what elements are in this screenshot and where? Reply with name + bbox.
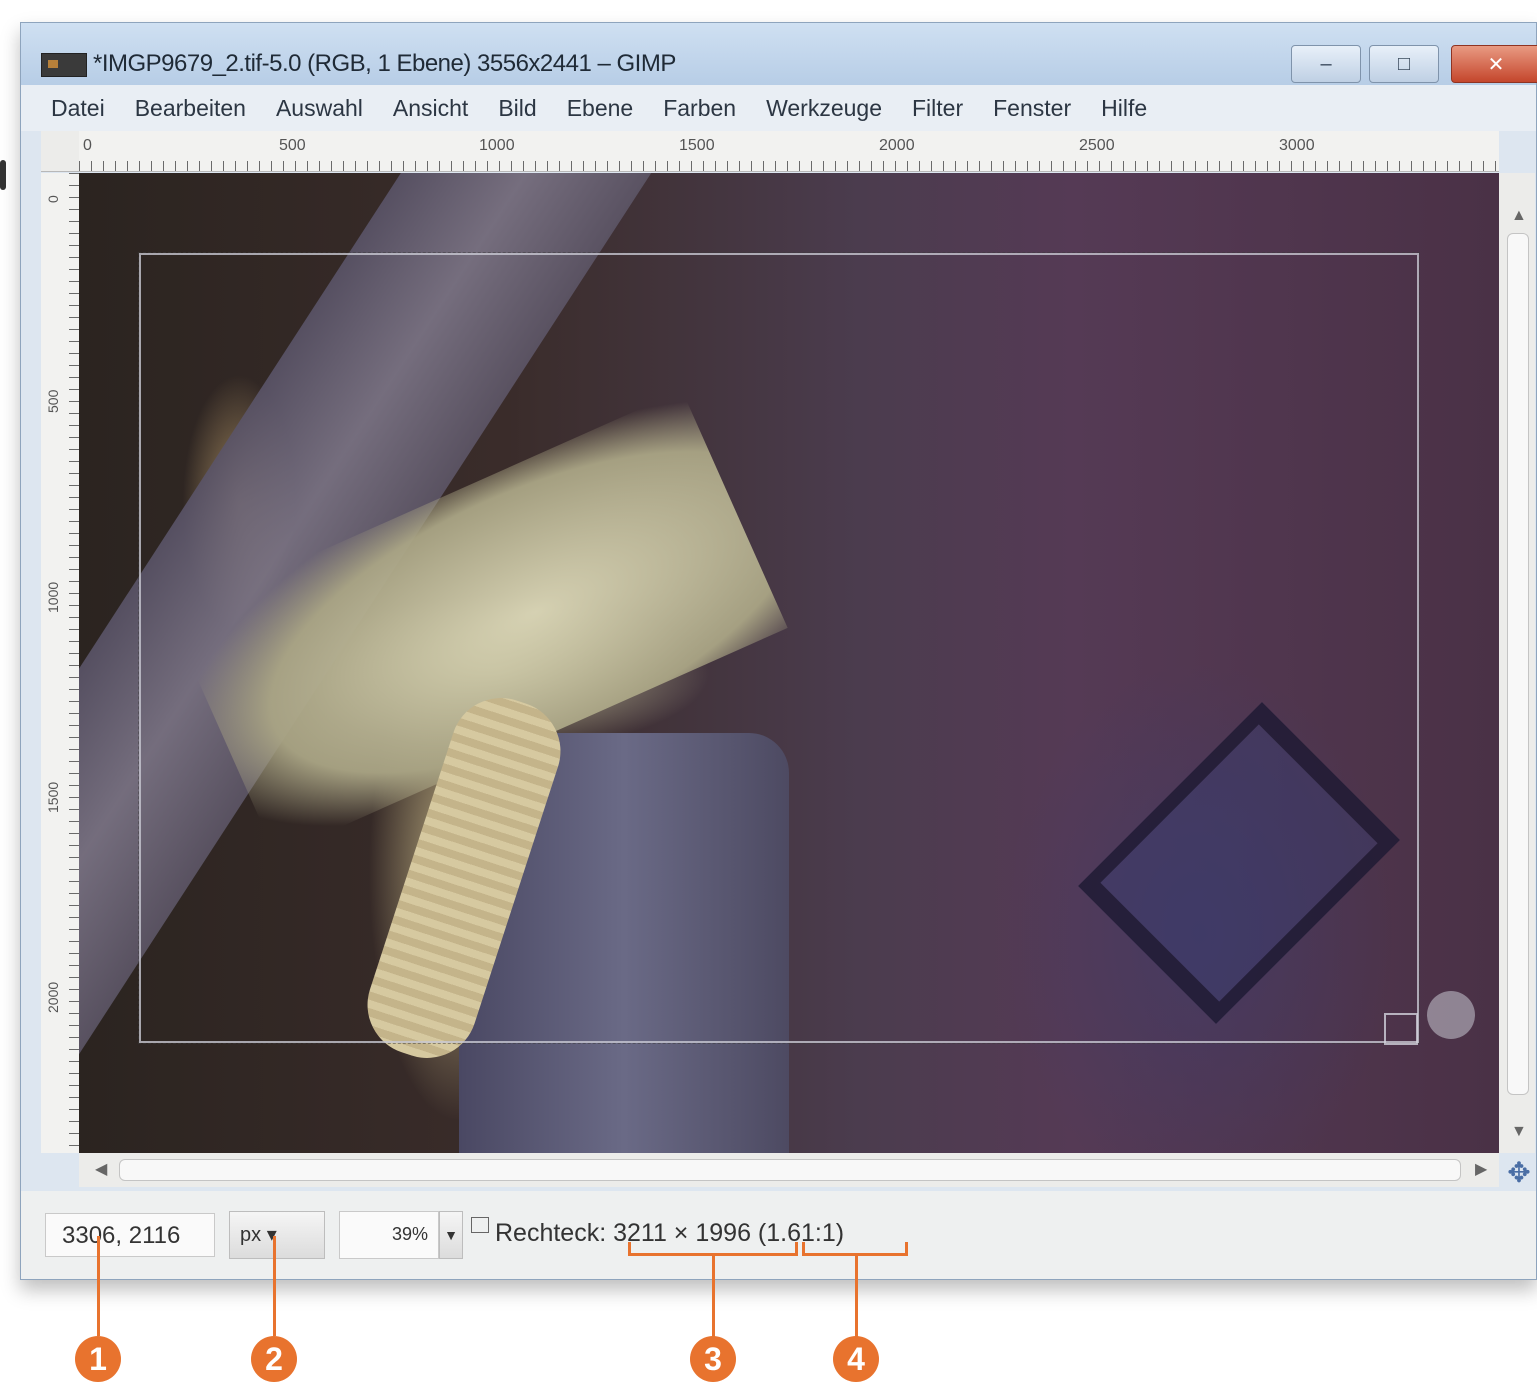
menu-ansicht[interactable]: Ansicht	[393, 95, 468, 122]
menu-filter[interactable]: Filter	[912, 95, 963, 122]
ruler-tick-label: 500	[45, 389, 61, 413]
menu-farben[interactable]: Farben	[663, 95, 736, 122]
mouse-cursor-icon	[1427, 991, 1475, 1039]
horizontal-ruler[interactable]: 0 500 1000 1500 2000 2500 3000	[79, 131, 1499, 172]
page-edge-mark	[0, 160, 6, 190]
ruler-tick-label: 0	[83, 137, 92, 154]
status-bar: 3306, 2116 px ▾ 39% ▼ Rechteck: 3211 × 1…	[21, 1191, 1536, 1279]
menu-bearbeiten[interactable]: Bearbeiten	[135, 95, 246, 122]
window-title: *IMGP9679_2.tif-5.0 (RGB, 1 Ebene) 3556x…	[93, 50, 676, 77]
image-canvas[interactable]	[79, 173, 1499, 1153]
ruler-tick-label: 1500	[45, 781, 61, 813]
callout-leader	[712, 1254, 715, 1338]
callout-badge: 1	[75, 1336, 121, 1382]
vertical-scroll-thumb[interactable]	[1507, 233, 1529, 1095]
ruler-tick-label: 1500	[679, 137, 715, 154]
ruler-tick-label: 1000	[479, 137, 515, 154]
ruler-tick-label: 2500	[1079, 137, 1115, 154]
rectangle-selection[interactable]	[138, 252, 1420, 1044]
callout-badge: 2	[251, 1336, 297, 1382]
ruler-tick-label: 500	[279, 137, 306, 154]
rectangle-select-icon	[471, 1217, 489, 1233]
menu-ebene[interactable]: Ebene	[567, 95, 634, 122]
horizontal-scroll-thumb[interactable]	[119, 1159, 1461, 1181]
menu-bild[interactable]: Bild	[498, 95, 536, 122]
callout-leader	[97, 1236, 100, 1336]
unit-dropdown[interactable]: px ▾	[229, 1211, 325, 1259]
callout-leader	[273, 1236, 276, 1336]
callout-badge: 4	[833, 1336, 879, 1382]
callout-leader	[855, 1254, 858, 1338]
ruler-tick-label: 0	[45, 195, 61, 203]
minimize-button[interactable]: –	[1291, 45, 1361, 83]
ruler-corner-button[interactable]	[41, 131, 80, 172]
close-button[interactable]: ✕	[1451, 45, 1537, 83]
gimp-window: *IMGP9679_2.tif-5.0 (RGB, 1 Ebene) 3556x…	[20, 22, 1537, 1280]
scroll-up-icon[interactable]: ▲	[1511, 207, 1527, 225]
unit-value: px	[240, 1224, 262, 1246]
vertical-ruler[interactable]: 0 500 1000 1500 2000	[41, 173, 80, 1153]
menu-datei[interactable]: Datei	[51, 95, 105, 122]
menu-fenster[interactable]: Fenster	[993, 95, 1071, 122]
selection-resize-handle[interactable]	[1384, 1013, 1418, 1045]
scroll-left-icon[interactable]: ◀	[95, 1159, 107, 1179]
maximize-button[interactable]: □	[1369, 45, 1439, 83]
ruler-tick-label: 3000	[1279, 137, 1315, 154]
menu-hilfe[interactable]: Hilfe	[1101, 95, 1147, 122]
ruler-tick-label: 1000	[45, 581, 61, 613]
menu-bar: Datei Bearbeiten Auswahl Ansicht Bild Eb…	[21, 85, 1536, 131]
callout-badge: 3	[690, 1336, 736, 1382]
gimp-app-icon	[41, 53, 87, 77]
pointer-coordinates: 3306, 2116	[45, 1213, 215, 1257]
horizontal-scrollbar[interactable]: ◀ ▶	[79, 1153, 1499, 1187]
zoom-dropdown-button[interactable]: ▼	[439, 1211, 463, 1259]
ruler-tick-label: 2000	[45, 981, 61, 1013]
menu-auswahl[interactable]: Auswahl	[276, 95, 363, 122]
scroll-right-icon[interactable]: ▶	[1475, 1159, 1487, 1179]
title-bar[interactable]: *IMGP9679_2.tif-5.0 (RGB, 1 Ebene) 3556x…	[21, 23, 1537, 85]
zoom-input[interactable]: 39%	[339, 1211, 439, 1259]
scroll-down-icon[interactable]: ▼	[1511, 1123, 1527, 1141]
ruler-tick-label: 2000	[879, 137, 915, 154]
menu-werkzeuge[interactable]: Werkzeuge	[766, 95, 882, 122]
navigate-icon[interactable]: ✥	[1505, 1159, 1533, 1187]
vertical-scrollbar[interactable]: ▲ ▼	[1499, 173, 1535, 1153]
